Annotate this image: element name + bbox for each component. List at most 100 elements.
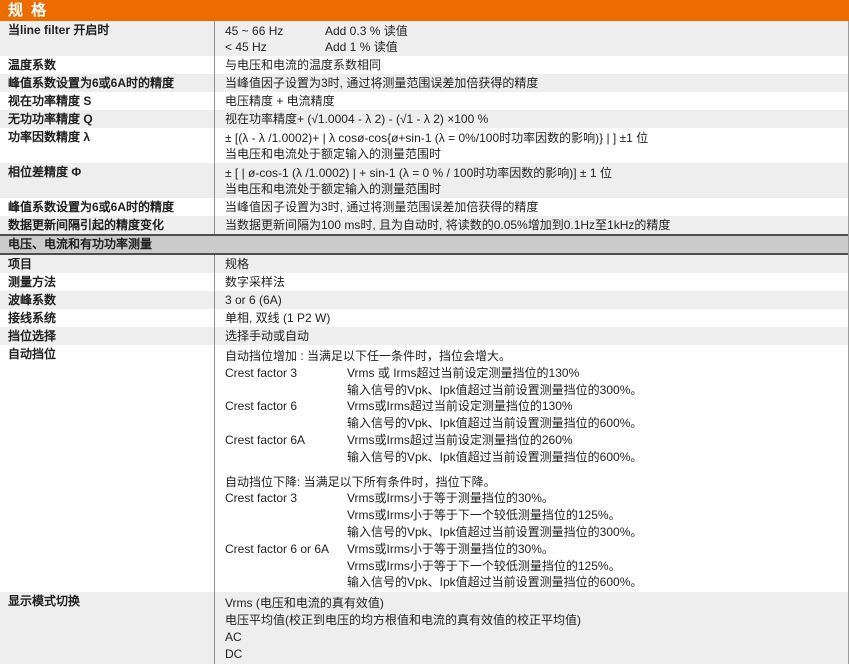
condition-text: Vrms或Irms小于等于下一个较低测量挡位的125%。 [347, 559, 621, 573]
spec-row-reactive-power: 无功功率精度 Q 视在功率精度+ (√1.0004 - λ 2) - (√1 -… [0, 110, 848, 128]
display-mode-option: AC [225, 629, 842, 646]
auto-range-condition-line: 输入信号的Vpk、Ipk值超过当前设置测量挡位的300%。 [225, 524, 842, 541]
spec-row-range-selection: 挡位选择 选择手动或自动 [0, 327, 848, 345]
formula-line: ± [(λ - λ /1.0002)+ | λ cosø-cos{ø+sin-1… [225, 130, 842, 146]
crest-factor-label: Crest factor 6A [225, 432, 347, 449]
condition-text: 输入信号的Vpk、Ipk值超过当前设置测量挡位的600%。 [347, 416, 642, 430]
condition-text: Vrms或Irms小于等于测量挡位的30%。 [347, 542, 554, 556]
row-label: 温度系数 [0, 56, 214, 74]
condition-text: Vrms 或 Irms超过当前设定测量挡位的130% [347, 366, 579, 380]
row-label: 无功功率精度 Q [0, 110, 214, 128]
condition-text: 输入信号的Vpk、Ipk值超过当前设置测量挡位的600%。 [347, 450, 642, 464]
spec-row-crest-factor: 波峰系数 3 or 6 (6A) [0, 291, 848, 309]
spec-row-phase-difference: 相位差精度 Φ ± [ | ø-cos-1 (λ /1.0002) | + si… [0, 163, 848, 198]
row-value: 视在功率精度+ (√1.0004 - λ 2) - (√1 - λ 2) ×10… [214, 110, 848, 128]
row-label: 波峰系数 [0, 291, 214, 309]
spec-row-wiring-system: 接线系统 单相, 双线 (1 P2 W) [0, 309, 848, 327]
spec-row-display-mode: 显示模式切换 Vrms (电压和电流的真有效值) 电压平均值(校正到电压的均方根… [0, 592, 848, 664]
row-label: 项目 [0, 255, 214, 273]
row-value: Vrms (电压和电流的真有效值) 电压平均值(校正到电压的均方根值和电流的真有… [214, 592, 848, 664]
accuracy-add: Add 0.3 % 读值 [325, 24, 408, 38]
row-value: ± [(λ - λ /1.0002)+ | λ cosø-cos{ø+sin-1… [214, 128, 848, 163]
row-label: 视在功率精度 S [0, 92, 214, 110]
row-value: 与电压和电流的温度系数相同 [214, 56, 848, 74]
spec-sheet-page: 规 格 当line filter 开启时 45 ~ 66 HzAdd 0.3 %… [0, 0, 849, 664]
row-label: 数据更新间隔引起的精度变化 [0, 216, 214, 234]
row-value: 当数据更新间隔为100 ms时, 且为自动时, 将读数的0.05%增加到0.1H… [214, 216, 848, 234]
row-value: ± [ | ø-cos-1 (λ /1.0002) | + sin-1 (λ =… [214, 163, 848, 198]
spec-row-item: 项目 规格 [0, 255, 848, 273]
spec-row-line-filter: 当line filter 开启时 45 ~ 66 HzAdd 0.3 % 读值 … [0, 21, 848, 56]
row-label: 自动挡位 [0, 345, 214, 592]
value-line: 45 ~ 66 HzAdd 0.3 % 读值 [225, 23, 842, 39]
row-label: 峰值系数设置为6或6A时的精度 [0, 198, 214, 216]
row-value: 45 ~ 66 HzAdd 0.3 % 读值 < 45 HzAdd 1 % 读值 [214, 21, 848, 56]
spec-row-measurement-method: 测量方法 数字采样法 [0, 273, 848, 291]
spec-row-crest-factor-accuracy: 峰值系数设置为6或6A时的精度 当峰值因子设置为3时, 通过将测量范围误差加倍获… [0, 74, 848, 92]
condition-text: Vrms或Irms超过当前设定测量挡位的130% [347, 399, 573, 413]
condition-line: 当电压和电流处于额定输入的测量范围时 [225, 181, 842, 197]
row-value: 自动挡位增加 : 当满足以下任一条件时，挡位会增大。 Crest factor … [214, 345, 848, 592]
display-mode-option: Vrms (电压和电流的真有效值) [225, 595, 842, 612]
row-value: 规格 [214, 255, 848, 273]
row-label: 当line filter 开启时 [0, 21, 214, 56]
spacer [225, 466, 842, 474]
condition-text: Vrms或Irms小于等于下一个较低测量挡位的125%。 [347, 508, 621, 522]
auto-range-condition-line: 输入信号的Vpk、Ipk值超过当前设置测量挡位的600%。 [225, 574, 842, 591]
row-label: 接线系统 [0, 309, 214, 327]
display-mode-option: DC [225, 646, 842, 663]
row-value: 当峰值因子设置为3时, 通过将测量范围误差加倍获得的精度 [214, 74, 848, 92]
formula-line: ± [ | ø-cos-1 (λ /1.0002) | + sin-1 (λ =… [225, 165, 842, 181]
row-value: 3 or 6 (6A) [214, 291, 848, 309]
condition-text: Vrms或Irms超过当前设定测量挡位的260% [347, 433, 573, 447]
page-title-bar: 规 格 [0, 0, 849, 21]
spec-row-crest-factor-accuracy-2: 峰值系数设置为6或6A时的精度 当峰值因子设置为3时, 通过将测量范围误差加倍获… [0, 198, 848, 216]
row-value: 电压精度 + 电流精度 [214, 92, 848, 110]
row-value: 数字采样法 [214, 273, 848, 291]
spec-row-temp-coefficient: 温度系数 与电压和电流的温度系数相同 [0, 56, 848, 74]
row-label: 测量方法 [0, 273, 214, 291]
auto-range-condition-line: 输入信号的Vpk、Ipk值超过当前设置测量挡位的300%。 [225, 382, 842, 399]
row-label: 相位差精度 Φ [0, 163, 214, 198]
crest-factor-label: Crest factor 6 [225, 398, 347, 415]
section-title: 电压、电流和有功功率测量 [8, 237, 152, 251]
condition-text: 输入信号的Vpk、Ipk值超过当前设置测量挡位的300%。 [347, 525, 642, 539]
auto-range-condition-line: Vrms或Irms小于等于下一个较低测量挡位的125%。 [225, 507, 842, 524]
row-value: 当峰值因子设置为3时, 通过将测量范围误差加倍获得的精度 [214, 198, 848, 216]
accuracy-add: Add 1 % 读值 [325, 40, 398, 54]
display-mode-option: 电压平均值(校正到电压的均方根值和电流的真有效值的校正平均值) [225, 612, 842, 629]
auto-range-condition-line: Crest factor 6Vrms或Irms超过当前设定测量挡位的130% [225, 398, 842, 415]
value-line: < 45 HzAdd 1 % 读值 [225, 39, 842, 55]
spec-row-auto-range: 自动挡位 自动挡位增加 : 当满足以下任一条件时，挡位会增大。 Crest fa… [0, 345, 848, 592]
condition-text: 输入信号的Vpk、Ipk值超过当前设置测量挡位的600%。 [347, 575, 642, 589]
auto-range-decrease-intro: 自动挡位下降: 当满足以下所有条件时，挡位下降。 [225, 474, 842, 491]
crest-factor-label: Crest factor 3 [225, 490, 347, 507]
spec-row-apparent-power: 视在功率精度 S 电压精度 + 电流精度 [0, 92, 848, 110]
row-label: 挡位选择 [0, 327, 214, 345]
section-header-band: 电压、电流和有功功率测量 [0, 234, 848, 255]
page-title: 规 格 [8, 2, 48, 19]
condition-line: 当电压和电流处于额定输入的测量范围时 [225, 146, 842, 162]
auto-range-condition-line: 输入信号的Vpk、Ipk值超过当前设置测量挡位的600%。 [225, 415, 842, 432]
auto-range-condition-line: 输入信号的Vpk、Ipk值超过当前设置测量挡位的600%。 [225, 449, 842, 466]
auto-range-condition-line: Crest factor 3Vrms或Irms小于等于测量挡位的30%。 [225, 490, 842, 507]
row-label: 功率因数精度 λ [0, 128, 214, 163]
row-value: 选择手动或自动 [214, 327, 848, 345]
spec-row-power-factor: 功率因数精度 λ ± [(λ - λ /1.0002)+ | λ cosø-co… [0, 128, 848, 163]
auto-range-condition-line: Crest factor 6AVrms或Irms超过当前设定测量挡位的260% [225, 432, 842, 449]
auto-range-condition-line: Crest factor 3Vrms 或 Irms超过当前设定测量挡位的130% [225, 365, 842, 382]
row-label: 显示模式切换 [0, 592, 214, 664]
crest-factor-label: Crest factor 3 [225, 365, 347, 382]
condition-text: Vrms或Irms小于等于测量挡位的30%。 [347, 491, 554, 505]
row-value: 单相, 双线 (1 P2 W) [214, 309, 848, 327]
freq-range: 45 ~ 66 Hz [225, 23, 325, 39]
spec-table: 当line filter 开启时 45 ~ 66 HzAdd 0.3 % 读值 … [0, 21, 849, 664]
condition-text: 输入信号的Vpk、Ipk值超过当前设置测量挡位的300%。 [347, 383, 642, 397]
auto-range-condition-line: Vrms或Irms小于等于下一个较低测量挡位的125%。 [225, 558, 842, 575]
auto-range-increase-intro: 自动挡位增加 : 当满足以下任一条件时，挡位会增大。 [225, 348, 842, 365]
auto-range-condition-line: Crest factor 6 or 6AVrms或Irms小于等于测量挡位的30… [225, 541, 842, 558]
spec-row-update-interval: 数据更新间隔引起的精度变化 当数据更新间隔为100 ms时, 且为自动时, 将读… [0, 216, 848, 234]
freq-range: < 45 Hz [225, 39, 325, 55]
row-label: 峰值系数设置为6或6A时的精度 [0, 74, 214, 92]
crest-factor-label: Crest factor 6 or 6A [225, 541, 347, 558]
